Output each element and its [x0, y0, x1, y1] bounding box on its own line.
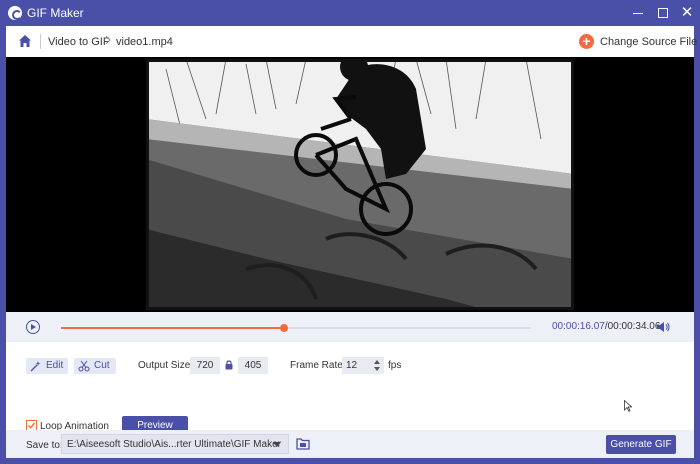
title-bar[interactable]: GIF Maker ✕	[0, 0, 700, 26]
checkmark-icon	[28, 422, 36, 429]
magic-wand-icon	[30, 361, 41, 372]
video-preview-area	[6, 57, 694, 312]
chevron-right-icon	[105, 36, 111, 44]
save-bar: Save to: E:\Aiseesoft Studio\Ais...rter …	[6, 430, 694, 458]
open-folder-icon[interactable]	[296, 437, 310, 450]
frame-rate-value: 12	[346, 360, 358, 371]
decrement-arrow-icon[interactable]	[374, 367, 380, 371]
mouse-pointer-icon	[624, 400, 632, 412]
volume-icon[interactable]	[656, 320, 670, 334]
output-size-label: Output Size:	[138, 360, 194, 371]
change-source-label: Change Source File	[600, 36, 698, 48]
app-logo-icon	[8, 6, 22, 20]
video-frame	[146, 59, 574, 310]
breadcrumb-file-name: video1.mp4	[116, 36, 173, 48]
playback-bar: 00:00:16.07/00:00:34.06	[6, 312, 694, 342]
seek-handle[interactable]	[280, 324, 289, 332]
close-button[interactable]: ✕	[678, 4, 696, 22]
time-readout: 00:00:16.07/00:00:34.06	[552, 321, 660, 332]
window-title: GIF Maker	[27, 6, 84, 20]
minimize-icon	[633, 13, 643, 14]
save-path-dropdown[interactable]: E:\Aiseesoft Studio\Ais...rter Ultimate\…	[61, 434, 289, 454]
edit-label: Edit	[46, 360, 64, 371]
scissors-icon	[78, 360, 90, 372]
cut-button[interactable]: Cut	[74, 358, 116, 374]
save-to-label: Save to:	[26, 440, 63, 451]
seek-slider[interactable]	[61, 324, 531, 332]
save-path-value: E:\Aiseesoft Studio\Ais...rter Ultimate\…	[67, 439, 281, 450]
increment-arrow-icon[interactable]	[374, 360, 380, 364]
seek-progress	[61, 327, 285, 329]
maximize-button[interactable]	[654, 4, 672, 22]
frame-rate-label: Frame Rate:	[290, 360, 346, 371]
maximize-icon	[658, 8, 668, 18]
cut-label: Cut	[94, 360, 110, 371]
header-divider	[40, 34, 41, 49]
edit-button[interactable]: Edit	[26, 358, 68, 374]
output-height-field[interactable]: 405	[238, 357, 268, 374]
close-icon: ✕	[680, 4, 694, 21]
generate-gif-button[interactable]: Generate GIF	[606, 435, 676, 454]
output-width-field[interactable]: 720	[190, 357, 220, 374]
main-content: Video to GIF video1.mp4 + Change Source …	[6, 26, 698, 458]
breadcrumb-video-to-gif[interactable]: Video to GIF	[48, 36, 110, 48]
frame-rate-stepper[interactable]: 12	[342, 357, 384, 374]
app-window: GIF Maker ✕ Video to GIF video1.mp4 + Ch…	[0, 0, 700, 464]
header-bar: Video to GIF video1.mp4 + Change Source …	[6, 26, 698, 57]
current-time: 00:00:16.07	[552, 321, 605, 332]
dropdown-arrow-icon[interactable]	[273, 442, 281, 447]
fps-unit-label: fps	[388, 360, 402, 371]
gif-settings-panel: Edit Cut Output Size: 720 405 Frame Rate…	[6, 342, 694, 435]
minimize-button[interactable]	[629, 4, 647, 22]
total-time: /00:00:34.06	[604, 321, 661, 332]
home-icon[interactable]	[18, 34, 32, 48]
lock-icon[interactable]	[225, 360, 233, 370]
plus-circle-icon: +	[579, 34, 594, 49]
play-icon[interactable]	[26, 320, 40, 334]
